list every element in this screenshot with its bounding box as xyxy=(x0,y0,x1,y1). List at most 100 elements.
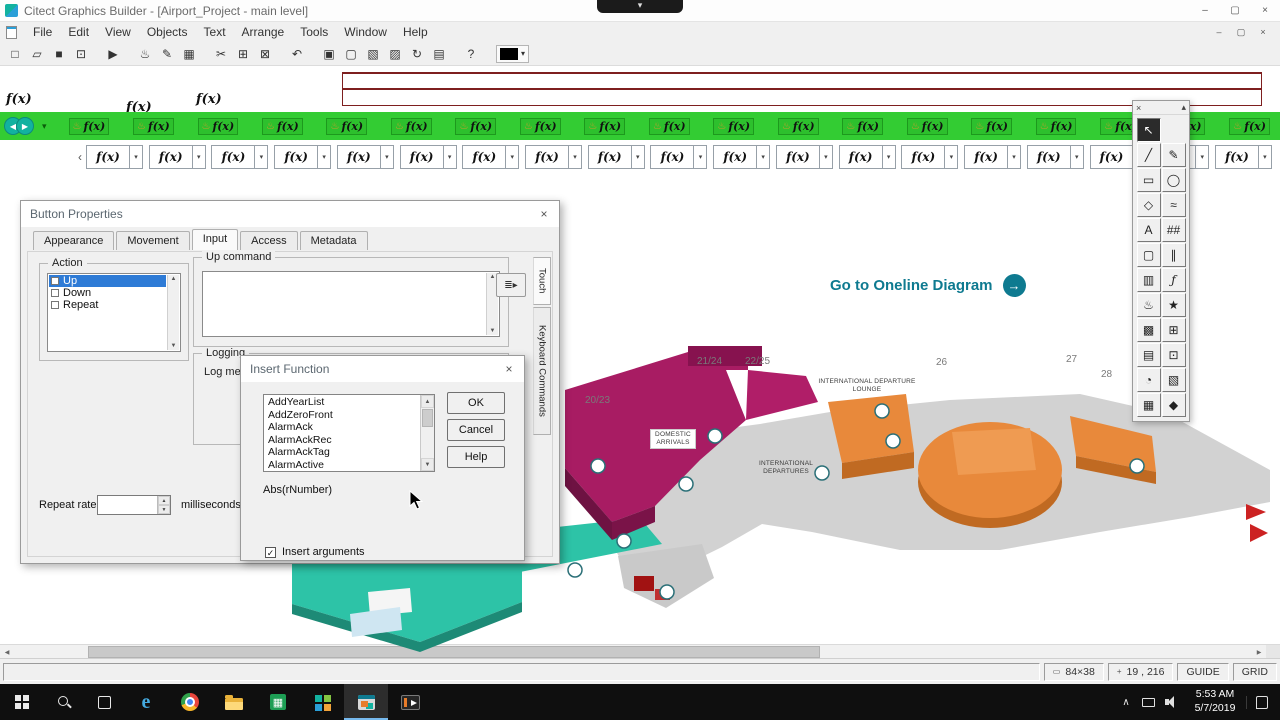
symbol-function-box[interactable]: f(x) ▾ xyxy=(86,145,143,169)
cicode-object[interactable]: f(x) xyxy=(6,92,32,107)
symbol-function-box[interactable]: f(x) ▾ xyxy=(274,145,332,169)
minimize-button[interactable]: – xyxy=(1190,1,1220,21)
scroll-down-icon[interactable]: ▼ xyxy=(421,458,434,471)
open-button[interactable]: ▱ xyxy=(26,44,48,64)
dropdown-button[interactable]: ▾ xyxy=(443,145,457,169)
insert-function-wizard-button[interactable]: ≣▸ xyxy=(496,273,526,297)
edit-button[interactable]: ✎ xyxy=(156,44,178,64)
button-tool[interactable]: ▢ xyxy=(1136,243,1161,267)
genie-function-object[interactable]: ♨ f(x) xyxy=(584,117,626,135)
canvas-object-strip[interactable] xyxy=(342,89,1262,106)
clock[interactable]: 5:53 AM 5/7/2019 xyxy=(1184,688,1246,715)
symbol-function-box[interactable]: f(x) ▾ xyxy=(775,145,833,169)
arrow-right-icon[interactable]: → xyxy=(1002,274,1026,297)
menu-item[interactable]: Objects xyxy=(139,23,196,41)
symbol-set-tool[interactable]: ▥ xyxy=(1136,268,1161,292)
child-close-button[interactable]: × xyxy=(1252,24,1274,40)
pipe-tool[interactable]: ∥ xyxy=(1161,243,1186,267)
symbol-function-box[interactable]: f(x) ▾ xyxy=(964,145,1022,169)
spin-down-icon[interactable]: ▼ xyxy=(158,505,170,514)
paste-symbol-tool[interactable]: ▩ xyxy=(1136,318,1161,342)
dropdown-button[interactable]: ▾ xyxy=(757,145,771,169)
symbol-function-box[interactable]: f(x) ▾ xyxy=(211,145,269,169)
menu-item[interactable]: Help xyxy=(395,23,436,41)
file-explorer-button[interactable] xyxy=(212,684,256,720)
help-button[interactable]: Help xyxy=(447,446,505,468)
dropdown-button[interactable]: ▾ xyxy=(380,145,394,169)
symbol-function-box[interactable]: f(x) ▾ xyxy=(838,145,896,169)
maximize-button[interactable]: ▢ xyxy=(1220,1,1250,21)
genie-function-object[interactable]: ♨ f(x) xyxy=(1229,117,1270,135)
menu-item[interactable]: Tools xyxy=(292,23,336,41)
grid-button[interactable]: ▦ xyxy=(178,44,200,64)
edge-app-button[interactable]: e xyxy=(124,684,168,720)
genie-function-object[interactable]: ♨ f(x) xyxy=(842,117,884,135)
dropdown-button[interactable]: ▾ xyxy=(819,145,833,169)
child-minimize-button[interactable]: – xyxy=(1208,24,1230,40)
genie-function-object[interactable]: ♨ f(x) xyxy=(1035,117,1077,135)
dropdown-button[interactable]: ▾ xyxy=(1258,145,1272,169)
function-list-item[interactable]: AlarmActive xyxy=(265,459,419,472)
ole-object-tool[interactable]: ◆ xyxy=(1161,393,1186,417)
close-icon[interactable]: × xyxy=(529,207,559,221)
scroll-down-icon[interactable]: ▼ xyxy=(490,328,496,334)
function-list-item[interactable]: AlarmAckRec xyxy=(265,434,419,447)
save-button[interactable]: ■ xyxy=(48,44,70,64)
color-grid-tool[interactable]: ▦ xyxy=(1136,393,1161,417)
genie-function-object[interactable]: ♨ f(x) xyxy=(777,117,819,135)
dropdown-button[interactable]: ▾ xyxy=(631,145,645,169)
genie-function-object[interactable]: ♨ f(x) xyxy=(197,117,239,135)
paste-button[interactable]: ⊠ xyxy=(254,44,276,64)
symbol-function-box[interactable]: f(x) ▾ xyxy=(587,145,645,169)
function-list-item[interactable]: AddYearList xyxy=(265,396,419,409)
copy-button[interactable]: ⊞ xyxy=(232,44,254,64)
side-tab-touch[interactable]: Touch xyxy=(533,257,551,305)
symbol-function-box[interactable]: f(x) ▾ xyxy=(336,145,394,169)
table-tool[interactable]: ▤ xyxy=(1136,343,1161,367)
dropdown-button[interactable]: ▾ xyxy=(882,145,896,169)
scroll-up-icon[interactable]: ▲ xyxy=(171,276,177,282)
genie-tool[interactable]: ♨ xyxy=(1136,293,1161,317)
symbol-function-box[interactable]: f(x) ▾ xyxy=(399,145,457,169)
symbol-function-box[interactable]: f(x) ▾ xyxy=(713,145,771,169)
forward-button[interactable]: ▶ xyxy=(16,117,34,135)
menu-item[interactable]: View xyxy=(97,23,139,41)
dropdown-button[interactable]: ▾ xyxy=(192,145,206,169)
undo-button[interactable]: ↶ xyxy=(286,44,308,64)
properties-tab[interactable]: Metadata xyxy=(299,231,368,250)
fill-color-dropdown[interactable]: ▾ xyxy=(496,44,530,63)
menu-item[interactable]: File xyxy=(25,23,60,41)
symbol-function-box[interactable]: f(x) ▾ xyxy=(901,145,959,169)
graphics-builder-app-button[interactable] xyxy=(344,684,388,720)
genie-button[interactable]: ♨ xyxy=(134,44,156,64)
menu-item[interactable]: Text xyxy=(196,23,234,41)
paste-genie-tool[interactable]: ⊞ xyxy=(1161,318,1186,342)
properties-tab[interactable]: Movement xyxy=(116,231,190,250)
menu-item[interactable]: Arrange xyxy=(234,23,293,41)
dropdown-button[interactable]: ▾ xyxy=(945,145,959,169)
drawing-canvas[interactable]: f(x) f(x) f(x) ◀ ▶ ▾ ♨ f(x) ♨ f(x) ♨ f(x… xyxy=(0,66,1280,659)
action-item[interactable]: Repeat xyxy=(49,299,166,311)
polygon-tool[interactable]: ◇ xyxy=(1136,193,1161,217)
insert-function-dialog[interactable]: Insert Function × AddYearList AddZeroFron… xyxy=(240,355,525,561)
run-button[interactable]: ▶ xyxy=(102,44,124,64)
guide-toggle[interactable]: GUIDE xyxy=(1177,662,1229,681)
checkbox-icon[interactable] xyxy=(51,301,59,309)
symbol-function-box[interactable]: f(x) ▾ xyxy=(1026,145,1084,169)
ellipse-tool[interactable]: ◯ xyxy=(1161,168,1186,192)
select-tool[interactable]: ↖ xyxy=(1136,118,1161,142)
start-button[interactable] xyxy=(0,684,44,720)
genie-function-object[interactable]: ♨ f(x) xyxy=(971,117,1012,135)
send-to-back-button[interactable]: ▨ xyxy=(384,44,406,64)
tool-palette[interactable]: × ▴ ↖ ╱ ✎ ▭ ◯ ◇ ≈ A ## ▢ ∥ ▥ ƒ ♨ ★ ▩ ⊞ ▤… xyxy=(1132,100,1190,422)
scrollbar-thumb[interactable] xyxy=(422,409,433,427)
text-tool[interactable]: A xyxy=(1136,218,1161,242)
spinner-control[interactable]: ▲ ▼ xyxy=(157,496,170,514)
dropdown-button[interactable]: ▾ xyxy=(506,145,520,169)
close-button[interactable]: × xyxy=(1250,1,1280,21)
checkbox-icon[interactable] xyxy=(51,277,59,285)
repeat-rate-field[interactable] xyxy=(99,497,157,513)
help-button[interactable]: ? xyxy=(460,44,482,64)
cut-button[interactable]: ✂ xyxy=(210,44,232,64)
function-list-item[interactable]: AddZeroFront xyxy=(265,409,419,422)
